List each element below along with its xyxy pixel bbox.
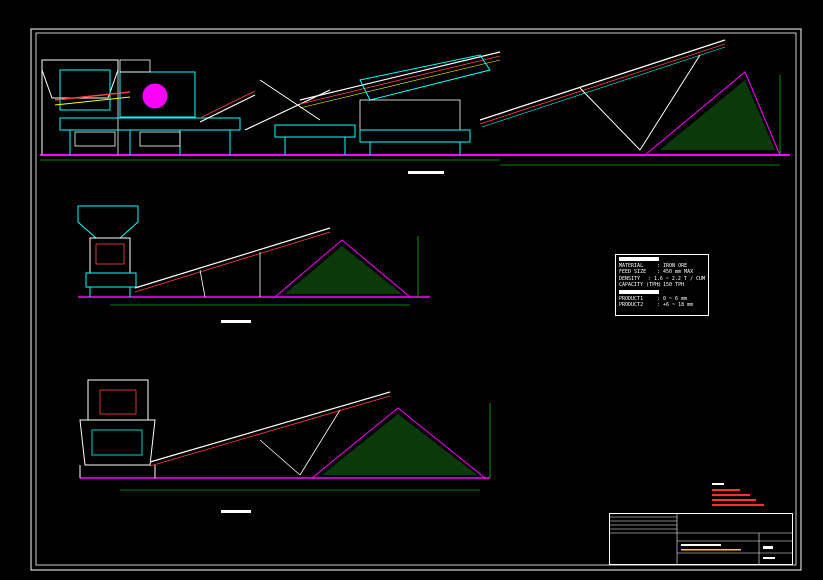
view-label-mobile <box>221 510 251 513</box>
view-label-stacker <box>221 320 251 323</box>
mobile-unit-view <box>79 379 491 513</box>
crusher-stacker-view <box>77 205 430 323</box>
product-row: PRODUCT2: +6 ~ 18 mm <box>619 302 694 309</box>
spec-header-bar <box>619 257 659 261</box>
spec-row: CAPACITY (TPH): 150 TPH <box>619 282 685 289</box>
spec-header-bar <box>619 289 659 294</box>
specification-table: MATERIAL: IRON ORE FEED SIZE: 450 mm MAX… <box>615 254 709 316</box>
title-block <box>609 513 793 565</box>
view-label-plant <box>408 171 444 174</box>
notes-block <box>712 483 764 506</box>
plant-elevation-view <box>40 39 790 174</box>
